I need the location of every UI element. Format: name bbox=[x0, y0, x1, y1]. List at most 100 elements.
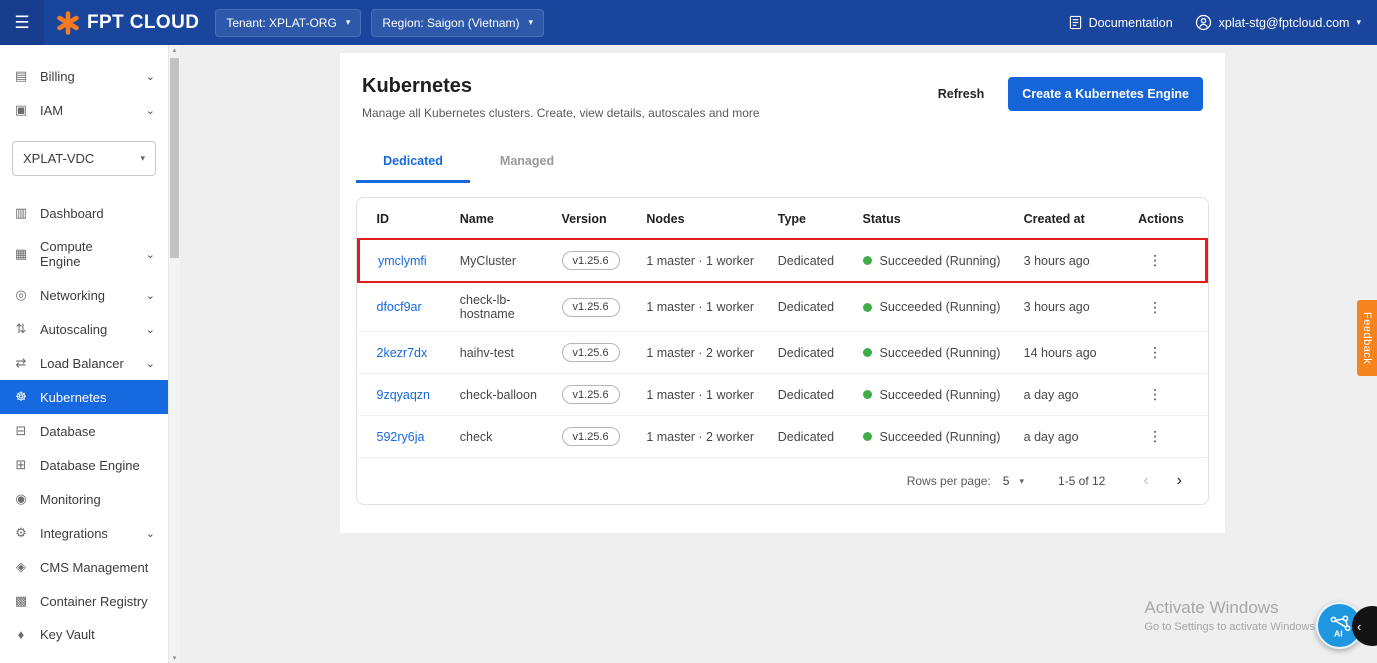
sidebar-item-container-registry[interactable]: ▩ Container Registry bbox=[0, 584, 168, 618]
sidebar-item-label: Compute Engine bbox=[40, 239, 93, 269]
sidebar-item-label: Monitoring bbox=[40, 491, 101, 507]
table-row: dfocf9ar check-lb-hostname v1.25.6 1 master… bbox=[358, 282, 1207, 332]
sidebar-item-label: Integrations bbox=[40, 525, 108, 541]
sidebar-item-networking[interactable]: ◎ Networking ⌄ bbox=[0, 278, 168, 312]
sidebar-item-database-engine[interactable]: ⊞ Database Engine bbox=[0, 448, 168, 482]
sidebar-item-load-balancer[interactable]: ⇄ Load Balancer ⌄ bbox=[0, 346, 168, 380]
sidebar-item-label: Networking bbox=[40, 287, 106, 303]
sidebar-item-kubernetes[interactable]: ☸ Kubernetes bbox=[0, 380, 168, 414]
sidebar-item-label: CMS Management bbox=[40, 559, 149, 575]
account-menu[interactable]: xplat-stg@fptcloud.com ▾ bbox=[1195, 14, 1361, 31]
table-header-row: ID Name Version Nodes Type Status Created at Ac… bbox=[358, 198, 1207, 240]
kubernetes-icon: ☸ bbox=[15, 389, 27, 404]
svg-text:AI: AI bbox=[1334, 628, 1343, 638]
iam-icon: ▣ bbox=[14, 102, 28, 117]
created-at: 14 hours ago bbox=[1015, 331, 1131, 374]
autoscaling-icon: ⇅ bbox=[15, 321, 27, 336]
refresh-button[interactable]: Refresh bbox=[932, 86, 991, 102]
sidebar-item-label: Autoscaling bbox=[40, 321, 108, 337]
feedback-tab[interactable]: Feedback bbox=[1357, 300, 1377, 377]
scroll-down-icon[interactable]: ▾ bbox=[169, 654, 180, 662]
cluster-type: Dedicated bbox=[769, 415, 855, 458]
sidebar-scrollbar[interactable]: ▴ ▾ bbox=[168, 45, 180, 663]
sidebar-item-billing[interactable]: ▤ Billing ⌄ bbox=[0, 59, 168, 93]
vdc-selector[interactable]: XPLAT-VDC ▾ bbox=[12, 141, 156, 176]
cluster-name: check-lb-hostname bbox=[451, 282, 554, 332]
cluster-nodes: 1 master · 1 worker bbox=[638, 238, 770, 283]
user-avatar-icon bbox=[1195, 14, 1211, 31]
cluster-id-link[interactable]: dfocf9ar bbox=[377, 300, 422, 314]
version-chip: v1.25.6 bbox=[561, 427, 620, 446]
rows-per-page-label: Rows per page: bbox=[906, 474, 991, 488]
sidebar-item-cms-management[interactable]: ◈ CMS Management bbox=[0, 550, 168, 584]
sidebar-item-dashboard[interactable]: ▥ Dashboard bbox=[0, 196, 168, 230]
documentation-link[interactable]: Documentation bbox=[1069, 15, 1173, 30]
billing-icon: ▤ bbox=[14, 68, 28, 83]
row-actions-button[interactable]: ⋮ bbox=[1138, 297, 1172, 318]
status-text: Succeeded (Running) bbox=[879, 387, 1001, 402]
account-email: xplat-stg@fptcloud.com bbox=[1218, 15, 1350, 30]
status-dot bbox=[862, 432, 872, 441]
windows-activation-watermark: Activate Windows Go to Settings to activ… bbox=[1144, 598, 1315, 633]
tab-bar: Dedicated Managed bbox=[356, 144, 1209, 183]
sidebar-top-section: ▤ Billing ⌄ ▣ IAM ⌄ bbox=[0, 59, 168, 127]
sidebar-item-label: Load Balancer bbox=[40, 355, 124, 371]
tenant-selector[interactable]: Tenant: XPLAT-ORG ▾ bbox=[215, 8, 362, 37]
column-header-status: Status bbox=[854, 198, 1016, 240]
scrollbar-thumb[interactable] bbox=[170, 58, 179, 258]
cluster-id-link[interactable]: 2kezr7dx bbox=[377, 346, 428, 360]
sidebar-item-key-vault[interactable]: ♦ Key Vault bbox=[0, 618, 168, 651]
chevron-down-icon: ⌄ bbox=[145, 248, 155, 261]
chevron-down-icon: ▾ bbox=[528, 17, 534, 27]
chevron-down-icon: ⌄ bbox=[145, 104, 155, 117]
brand-logo: FPT CLOUD bbox=[44, 10, 215, 35]
sidebar-item-iam[interactable]: ▣ IAM ⌄ bbox=[0, 93, 168, 127]
page-subtitle: Manage all Kubernetes clusters. Create, … bbox=[362, 106, 760, 120]
pagination: Rows per page: 5 ▾ 1-5 of 12 ‹ › bbox=[357, 458, 1208, 504]
sidebar-item-compute-engine[interactable]: ▦ Compute Engine ⌄ bbox=[0, 230, 168, 278]
row-actions-button[interactable]: ⋮ bbox=[1138, 250, 1172, 271]
load-balancer-icon: ⇄ bbox=[15, 355, 27, 370]
status-dot bbox=[862, 256, 872, 265]
hamburger-menu-button[interactable]: ☰ bbox=[0, 0, 44, 45]
cluster-id-link[interactable]: 592ry6ja bbox=[377, 430, 425, 444]
sidebar-item-autoscaling[interactable]: ⇅ Autoscaling ⌄ bbox=[0, 312, 168, 346]
sidebar-item-integrations[interactable]: ⚙ Integrations ⌄ bbox=[0, 516, 168, 550]
table-row: 9zqyaqzn check-balloon v1.25.6 1 master · 1… bbox=[358, 373, 1207, 416]
next-page-button[interactable]: › bbox=[1171, 473, 1188, 489]
status-dot bbox=[862, 348, 872, 357]
cluster-nodes: 1 master · 1 worker bbox=[638, 282, 770, 332]
cluster-nodes: 1 master · 2 worker bbox=[638, 415, 770, 458]
previous-page-button[interactable]: ‹ bbox=[1137, 473, 1154, 489]
cluster-id-link[interactable]: ymclymfi bbox=[378, 254, 427, 268]
scroll-up-icon[interactable]: ▴ bbox=[169, 46, 180, 54]
row-actions-button[interactable]: ⋮ bbox=[1138, 426, 1172, 447]
row-actions-button[interactable]: ⋮ bbox=[1138, 342, 1172, 363]
sidebar-item-label: Dashboard bbox=[40, 205, 104, 221]
sidebar-nav-section: ▥ Dashboard ▦ Compute Engine ⌄ ◎ Networking ⌄ ⇅ A… bbox=[0, 196, 168, 663]
status-text: Succeeded (Running) bbox=[879, 429, 1001, 444]
cluster-type: Dedicated bbox=[769, 282, 855, 332]
region-selector[interactable]: Region: Saigon (Vietnam) ▾ bbox=[371, 8, 545, 37]
row-actions-button[interactable]: ⋮ bbox=[1138, 384, 1172, 405]
version-chip: v1.25.6 bbox=[561, 251, 620, 270]
dashboard-icon: ▥ bbox=[14, 205, 28, 220]
chevron-down-icon: ⌄ bbox=[145, 357, 155, 370]
sidebar-item-devops[interactable]: ∞DevOps⌄ bbox=[0, 651, 168, 663]
column-header-type: Type bbox=[769, 198, 855, 240]
rows-per-page-select[interactable]: 5 ▾ bbox=[1003, 474, 1024, 488]
tab-managed[interactable]: Managed bbox=[470, 144, 584, 183]
cluster-name: check-balloon bbox=[451, 373, 554, 416]
sidebar-item-label: Database Engine bbox=[40, 457, 140, 473]
sidebar-item-monitoring[interactable]: ◉ Monitoring bbox=[0, 482, 168, 516]
cluster-id-link[interactable]: 9zqyaqzn bbox=[377, 388, 431, 402]
create-kubernetes-engine-button[interactable]: Create a Kubernetes Engine bbox=[1008, 77, 1203, 111]
status-dot bbox=[862, 390, 872, 399]
tenant-label: Tenant: XPLAT-ORG bbox=[226, 15, 337, 30]
sidebar-item-label: Key Vault bbox=[40, 627, 95, 642]
table-row: 592ry6ja check v1.25.6 1 master · 2 worker D… bbox=[358, 415, 1207, 458]
compute-engine-icon: ▦ bbox=[14, 246, 28, 261]
cms-management-icon: ◈ bbox=[16, 559, 26, 574]
tab-dedicated[interactable]: Dedicated bbox=[356, 144, 470, 183]
sidebar-item-database[interactable]: ⊟ Database bbox=[0, 414, 168, 448]
